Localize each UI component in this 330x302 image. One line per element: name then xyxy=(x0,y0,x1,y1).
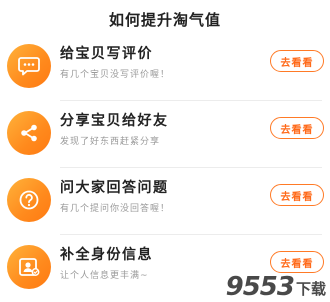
go-see-button-answer[interactable]: 去看看 xyxy=(270,184,324,206)
task-list: 给宝贝写评价 有几个宝贝没写评价喔！ 去看看 分享宝贝给好友 发现了好东西赶紧分… xyxy=(0,34,330,302)
task-title: 补全身份信息 xyxy=(60,247,153,263)
task-text: 分享宝贝给好友 发现了好东西赶紧分享 xyxy=(60,112,169,148)
task-title: 给宝贝写评价 xyxy=(60,46,153,62)
question-icon xyxy=(7,178,51,222)
task-row-share: 分享宝贝给好友 发现了好东西赶紧分享 去看看 xyxy=(0,101,330,168)
watermark-digits: 9553 xyxy=(225,272,295,302)
id-card-icon xyxy=(7,245,51,289)
task-desc: 有几个宝贝没写评价喔！ xyxy=(60,70,171,80)
task-desc: 让个人信息更丰满~ xyxy=(60,271,149,281)
page: 如何提升淘气值 给宝贝写评价 有几个宝贝没写评价喔！ 去看看 分享宝贝给好友 发… xyxy=(0,0,330,302)
task-text: 问大家回答问题 有几个提问你没回答喔！ xyxy=(60,179,170,215)
watermark: 9553 下载 xyxy=(226,274,326,300)
task-desc: 发现了好东西赶紧分享 xyxy=(60,137,161,147)
go-see-button-share[interactable]: 去看看 xyxy=(270,117,324,139)
task-title: 分享宝贝给好友 xyxy=(60,113,169,129)
task-desc: 有几个提问你没回答喔！ xyxy=(60,204,171,214)
task-row-review: 给宝贝写评价 有几个宝贝没写评价喔！ 去看看 xyxy=(0,34,330,101)
share-icon xyxy=(7,111,51,155)
task-text: 补全身份信息 让个人信息更丰满~ xyxy=(60,246,153,282)
watermark-sub: 下载 xyxy=(295,280,326,298)
go-see-button-identity[interactable]: 去看看 xyxy=(270,251,324,273)
header: 如何提升淘气值 xyxy=(0,0,330,34)
task-text: 给宝贝写评价 有几个宝贝没写评价喔！ xyxy=(60,45,170,81)
task-title: 问大家回答问题 xyxy=(60,180,169,196)
go-see-button-review[interactable]: 去看看 xyxy=(270,50,324,72)
page-title: 如何提升淘气值 xyxy=(108,10,221,29)
chat-bubble-icon xyxy=(7,44,51,88)
task-row-answer: 问大家回答问题 有几个提问你没回答喔！ 去看看 xyxy=(0,168,330,235)
